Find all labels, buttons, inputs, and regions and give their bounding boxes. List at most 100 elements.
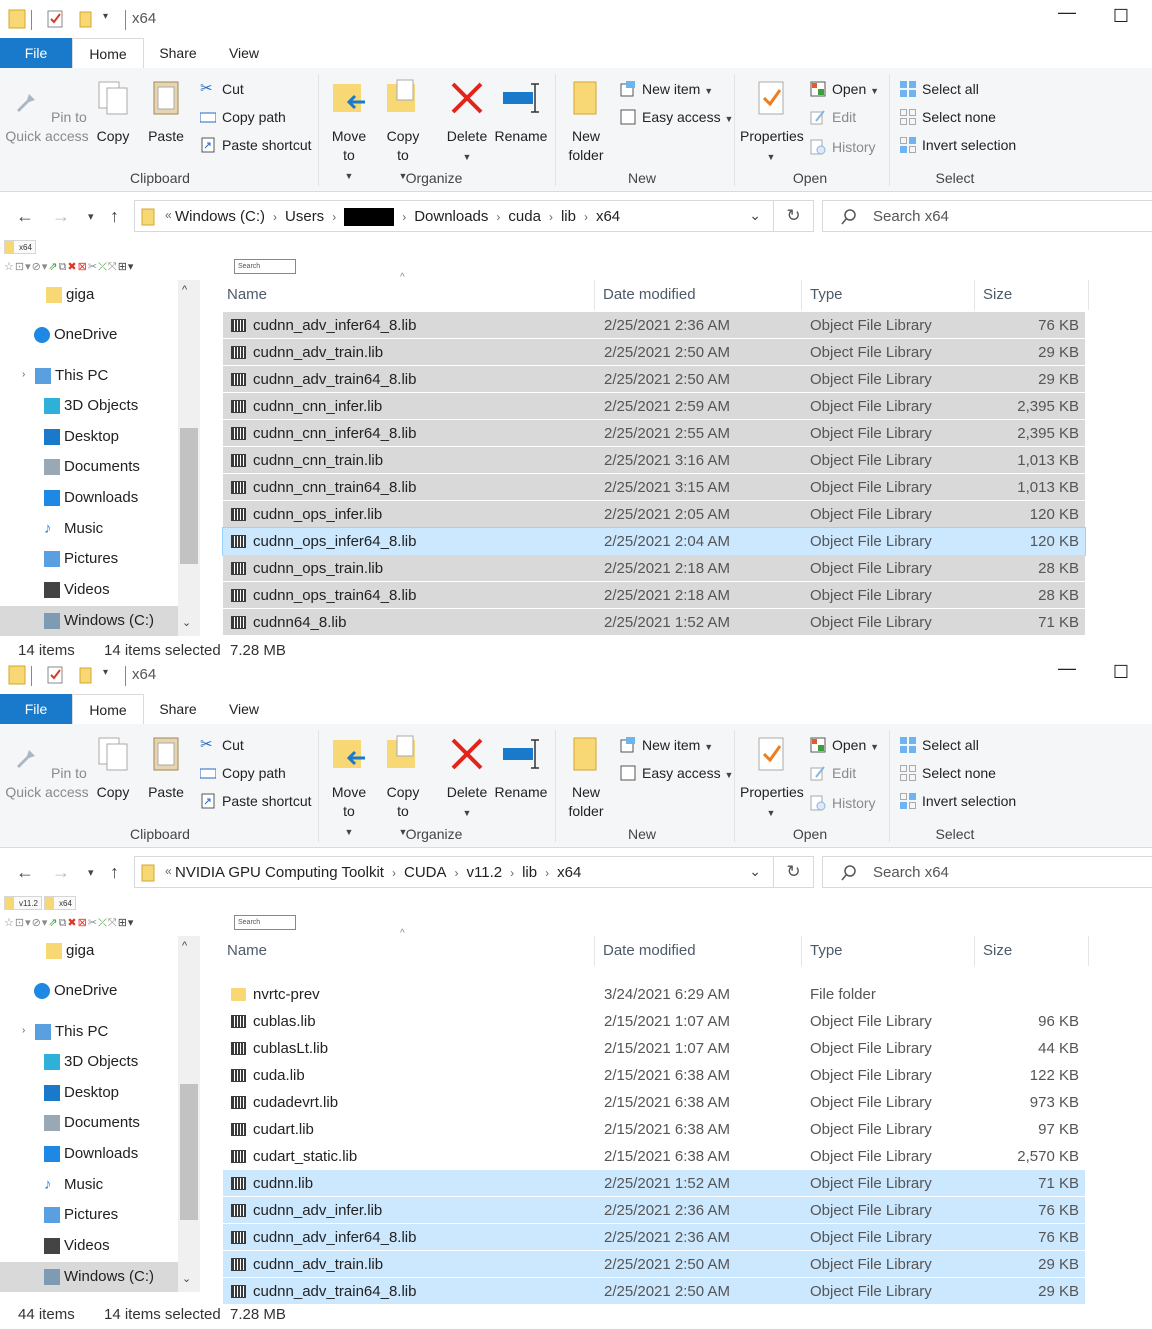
scroll-down-icon[interactable]: ⌄ [182,1272,191,1285]
mini-tab[interactable]: x64 [4,240,36,254]
maximize-icon[interactable]: ☐ [1098,6,1144,32]
paste-shortcut-button[interactable]: Paste shortcut [200,790,312,812]
move-to-button[interactable]: Move to ▼ [326,734,372,842]
nav-item[interactable]: giga [0,936,178,966]
breadcrumb-chevron-icon[interactable]: › [502,866,522,880]
select-none-button[interactable]: Select none [900,762,996,784]
mini-search-input[interactable]: Search [234,259,296,274]
delete-button[interactable]: Delete ▼ [444,734,490,823]
nav-item[interactable]: This PC [0,361,178,391]
overflow-chevron-icon[interactable]: « [165,864,172,878]
this-pc-chevron-icon[interactable]: › [22,369,25,380]
copy-button[interactable]: Copy [92,78,134,146]
refresh-icon[interactable]: ↻ [774,856,814,888]
mini-tab[interactable]: v11.2 [4,896,42,910]
file-row[interactable]: cudnn_cnn_train64_8.lib 2/25/2021 3:15 AM… [223,474,1085,501]
back-arrow-icon[interactable]: ← [16,862,34,883]
scroll-down-icon[interactable]: ⌄ [182,616,191,629]
copy-path-button[interactable]: Copy path [200,762,286,784]
tab-view[interactable]: View [220,694,268,724]
search-input[interactable]: Search x64 [873,864,949,881]
paste-button[interactable]: Paste [144,78,188,146]
scroll-up-icon[interactable]: ^ [182,940,187,952]
address-bar[interactable]: « NVIDIA GPU Computing Toolkit › CUDA › v11.… [134,856,774,888]
file-row[interactable]: cudart.lib 2/15/2021 6:38 AM Object File L… [223,1116,1085,1143]
breadcrumb-item[interactable]: x64 [557,864,581,881]
select-all-button[interactable]: Select all [900,78,979,100]
overflow-chevron-icon[interactable]: « [165,208,172,222]
nav-item[interactable]: Documents [0,1108,178,1138]
new-item-button[interactable]: New item ▼ [620,734,713,756]
mini-search-input[interactable]: Search [234,915,296,930]
recent-locations-chevron-icon[interactable]: ▾ [88,210,94,223]
breadcrumb-item[interactable]: Users [285,208,324,225]
column-divider[interactable] [594,936,595,966]
column-divider[interactable] [594,280,595,310]
history-button[interactable]: History [810,136,876,158]
nav-scrollbar[interactable]: ^ ⌄ [178,936,200,1292]
column-date-modified[interactable]: Date modified [603,286,696,303]
column-size[interactable]: Size [983,942,1012,959]
customize-quick-access-icon[interactable]: ▾ [103,11,108,22]
file-row[interactable]: cudart_static.lib 2/15/2021 6:38 AM Object… [223,1143,1085,1170]
column-divider[interactable] [974,936,975,966]
column-name[interactable]: Name [227,286,267,303]
nav-item[interactable]: Downloads [0,483,178,513]
column-divider[interactable] [974,280,975,310]
column-name[interactable]: Name [227,942,267,959]
new-folder-quick-icon[interactable] [78,664,94,686]
breadcrumb-chevron-icon[interactable]: › [265,210,285,224]
breadcrumb-chevron-icon[interactable]: › [394,210,414,224]
file-row[interactable]: cudnn_ops_infer64_8.lib 2/25/2021 2:04 AM… [222,527,1086,556]
breadcrumb-item[interactable]: Downloads [414,208,488,225]
mini-toolbar-icons[interactable]: ☆⊡▾⊘▾⇗⧉✖⊠✂⤫⤧⊞▾ [4,260,134,274]
file-row[interactable]: cublasLt.lib 2/15/2021 1:07 AM Object File… [223,1035,1085,1062]
nav-item[interactable]: Desktop [0,422,178,452]
nav-item[interactable]: Pictures [0,1200,178,1230]
new-item-button[interactable]: New item ▼ [620,78,713,100]
mini-tab[interactable]: x64 [44,896,76,910]
nav-item[interactable]: OneDrive [0,976,178,1006]
column-type[interactable]: Type [810,942,843,959]
back-arrow-icon[interactable]: ← [16,206,34,227]
nav-scrollbar[interactable]: ^ ⌄ [178,280,200,636]
nav-scroll-thumb[interactable] [180,1084,198,1220]
nav-item[interactable]: Videos [0,575,178,605]
new-folder-button[interactable]: New folder [564,78,608,165]
column-divider[interactable] [801,936,802,966]
copy-path-button[interactable]: Copy path [200,106,286,128]
file-row[interactable]: cudnn_cnn_train.lib 2/25/2021 3:16 AM Obje… [223,447,1085,474]
paste-button[interactable]: Paste [144,734,188,802]
mini-toolbar-icons[interactable]: ☆⊡▾⊘▾⇗⧉✖⊠✂⤫⤧⊞▾ [4,916,134,930]
new-folder-button[interactable]: New folder [564,734,608,821]
pin-to-quick-access-button[interactable]: Pin to Quick access [4,734,90,802]
forward-arrow-icon[interactable]: → [52,206,70,227]
breadcrumb-chevron-icon[interactable]: › [576,210,596,224]
file-row[interactable]: cudnn_adv_infer.lib 2/25/2021 2:36 AM Obje… [223,1197,1085,1224]
open-button[interactable]: Open ▼ [810,78,879,100]
file-row[interactable]: cudnn_ops_train64_8.lib 2/25/2021 2:18 AM… [223,582,1085,609]
invert-selection-button[interactable]: Invert selection [900,790,1016,812]
file-row[interactable]: cudnn.lib 2/25/2021 1:52 AM Object File Li… [223,1170,1085,1197]
breadcrumb-chevron-icon[interactable]: › [384,866,404,880]
file-row[interactable]: cudnn_adv_infer64_8.lib 2/25/2021 2:36 AM… [223,312,1085,339]
address-dropdown-icon[interactable]: ⌄ [749,207,761,224]
properties-button[interactable]: Properties ▼ [740,734,804,823]
file-row[interactable]: cudnn_ops_train.lib 2/25/2021 2:18 AM Obje… [223,555,1085,582]
copy-button[interactable]: Copy [92,734,134,802]
up-arrow-icon[interactable]: ↑ [110,862,119,883]
select-all-button[interactable]: Select all [900,734,979,756]
nav-item[interactable]: Videos [0,1231,178,1261]
search-input[interactable]: Search x64 [873,208,949,225]
column-type[interactable]: Type [810,286,843,303]
file-row[interactable]: cudnn_adv_train64_8.lib 2/25/2021 2:50 AM… [223,1278,1085,1305]
breadcrumb-item[interactable]: lib [522,864,537,881]
breadcrumb-chevron-icon[interactable]: › [541,210,561,224]
new-folder-quick-icon[interactable] [78,8,94,30]
file-row[interactable]: cudnn64_8.lib 2/25/2021 1:52 AM Object Fil… [223,609,1085,636]
file-row[interactable]: cudnn_ops_infer.lib 2/25/2021 2:05 AM Obje… [223,501,1085,528]
properties-quick-icon[interactable] [46,664,66,686]
this-pc-chevron-icon[interactable]: › [22,1025,25,1036]
file-row[interactable]: cudnn_adv_train.lib 2/25/2021 2:50 AM Obje… [223,1251,1085,1278]
tab-view[interactable]: View [220,38,268,68]
